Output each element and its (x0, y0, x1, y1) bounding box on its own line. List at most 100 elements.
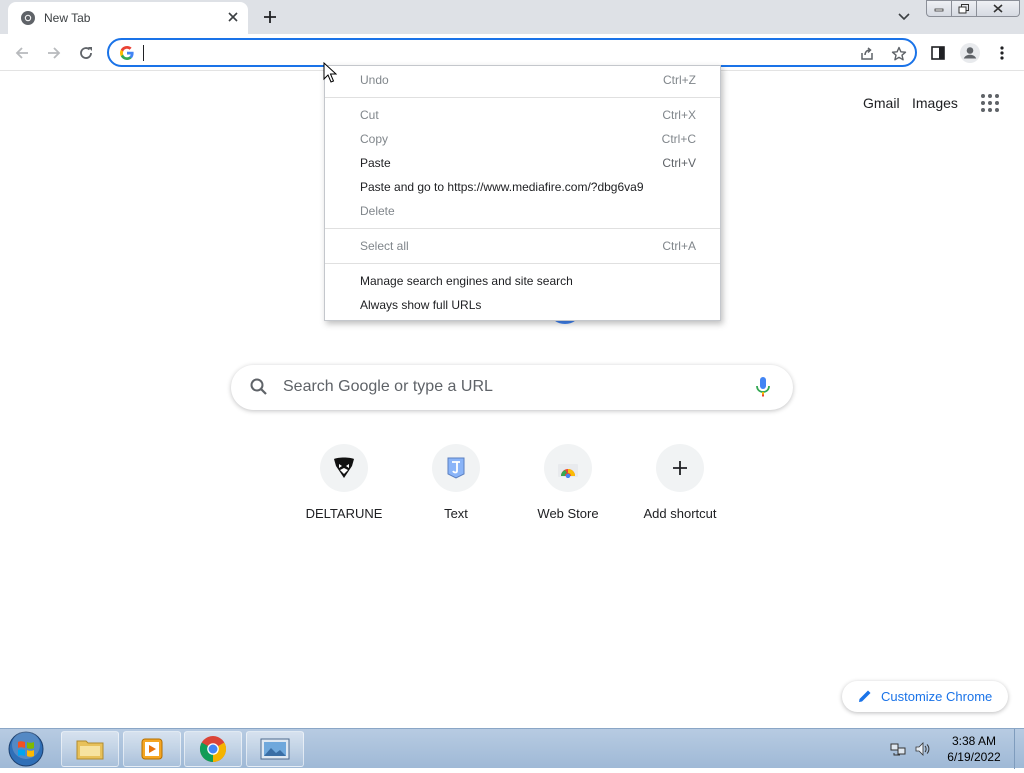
tab-strip: New Tab (0, 0, 1024, 34)
new-tab-button[interactable] (258, 5, 282, 29)
address-bar[interactable] (107, 38, 917, 67)
plus-icon (673, 461, 687, 475)
gmail-link[interactable]: Gmail (863, 95, 900, 111)
shortcut-tile (320, 444, 368, 492)
window-controls (926, 0, 1020, 18)
forward-button[interactable] (42, 41, 66, 65)
shortcut-tile (656, 444, 704, 492)
network-icon[interactable] (890, 741, 906, 757)
menu-item-paste[interactable]: Paste Ctrl+V (325, 151, 720, 175)
google-g-icon (120, 46, 134, 60)
tab-search-button[interactable] (894, 7, 914, 27)
profile-button[interactable] (958, 41, 982, 65)
taskbar-chrome[interactable] (184, 731, 242, 767)
shortcut-text[interactable]: Text (400, 444, 512, 534)
web-store-icon (558, 464, 578, 478)
show-desktop-button[interactable] (1014, 729, 1024, 769)
shortcut-label: Add shortcut (643, 506, 717, 521)
plus-icon (264, 11, 276, 23)
menu-item-shortcut: Ctrl+C (661, 132, 696, 146)
close-window-button[interactable] (977, 0, 1020, 17)
menu-item-manage-search-engines[interactable]: Manage search engines and site search (325, 269, 720, 293)
menu-separator (325, 228, 720, 229)
menu-item-shortcut: Ctrl+X (662, 108, 696, 122)
arrow-right-icon (48, 47, 61, 59)
apps-grid-icon[interactable] (980, 93, 1000, 113)
microphone-icon[interactable] (753, 376, 773, 398)
taskbar-image-viewer[interactable] (246, 731, 304, 767)
shortcut-label: Web Store (537, 506, 599, 521)
close-icon (993, 4, 1003, 13)
media-player-icon (141, 738, 163, 760)
customize-chrome-button[interactable]: Customize Chrome (842, 681, 1008, 712)
customize-label: Customize Chrome (881, 689, 993, 704)
deltarune-icon (334, 457, 354, 478)
text-caret (143, 45, 144, 61)
taskbar-media-player[interactable] (123, 731, 181, 767)
restore-button[interactable] (952, 0, 977, 17)
reload-icon (80, 47, 92, 59)
share-button[interactable] (857, 44, 877, 64)
tab-new-tab[interactable]: New Tab (8, 2, 248, 34)
avatar-icon (960, 43, 980, 63)
menu-item-label: Delete (360, 204, 395, 218)
star-icon (891, 46, 907, 61)
side-panel-icon (931, 46, 945, 60)
menu-item-shortcut: Ctrl+V (662, 156, 696, 170)
bookmark-button[interactable] (889, 44, 909, 64)
side-panel-button[interactable] (926, 41, 950, 65)
tab-title: New Tab (44, 11, 91, 25)
menu-item-undo[interactable]: Undo Ctrl+Z (325, 68, 720, 92)
pencil-icon (859, 690, 871, 702)
back-button[interactable] (10, 41, 34, 65)
taskbar-explorer[interactable] (61, 731, 119, 767)
picture-icon (260, 738, 290, 760)
menu-item-label: Paste (360, 156, 391, 170)
shortcut-tile (432, 444, 480, 492)
images-link[interactable]: Images (912, 95, 958, 111)
minimize-icon (934, 8, 944, 11)
menu-item-delete[interactable]: Delete (325, 199, 720, 223)
arrow-left-icon (15, 47, 28, 59)
clock-time: 3:38 AM (951, 734, 997, 748)
shortcut-web-store[interactable]: Web Store (512, 444, 624, 534)
menu-item-always-show-full-urls[interactable]: Always show full URLs (325, 293, 720, 317)
start-button[interactable] (4, 730, 48, 768)
menu-item-label: Cut (360, 108, 379, 122)
menu-item-label: Copy (360, 132, 389, 146)
menu-item-paste-and-go[interactable]: Paste and go to https://www.mediafire.co… (325, 175, 720, 199)
shortcut-tile (544, 444, 592, 492)
reload-button[interactable] (74, 41, 98, 65)
menu-item-label: Manage search engines and site search (360, 274, 573, 288)
share-icon (861, 47, 873, 60)
kebab-menu-icon (1000, 46, 1004, 60)
shortcut-label: DELTARUNE (305, 506, 383, 521)
chrome-icon (21, 11, 35, 25)
menu-item-label: Paste and go to https://www.mediafire.co… (360, 180, 644, 194)
menu-item-label: Undo (360, 73, 389, 87)
shortcut-deltarune[interactable]: DELTARUNE (288, 444, 400, 534)
menu-separator (325, 97, 720, 98)
menu-item-shortcut: Ctrl+Z (663, 73, 696, 87)
windows-logo-icon (8, 731, 44, 767)
menu-separator (325, 263, 720, 264)
close-tab-icon[interactable] (224, 8, 242, 26)
search-icon (250, 378, 267, 395)
shortcut-label: Text (444, 506, 468, 521)
minimize-button[interactable] (926, 0, 952, 17)
menu-item-select-all[interactable]: Select all Ctrl+A (325, 234, 720, 258)
menu-item-shortcut: Ctrl+A (662, 239, 696, 253)
ntp-search-box[interactable]: Search Google or type a URL (231, 365, 793, 410)
system-clock[interactable]: 3:38 AM 6/19/2022 (938, 733, 1010, 765)
folder-icon (76, 740, 104, 760)
taskbar: 3:38 AM 6/19/2022 (0, 728, 1024, 769)
menu-item-copy[interactable]: Copy Ctrl+C (325, 127, 720, 151)
volume-icon[interactable] (914, 741, 930, 757)
menu-button[interactable] (990, 41, 1014, 65)
chevron-down-icon (898, 13, 910, 21)
clock-date: 6/19/2022 (947, 750, 1001, 764)
menu-item-cut[interactable]: Cut Ctrl+X (325, 103, 720, 127)
restore-icon (958, 3, 969, 13)
add-shortcut-button[interactable]: Add shortcut (624, 444, 736, 534)
chrome-icon (199, 736, 227, 763)
